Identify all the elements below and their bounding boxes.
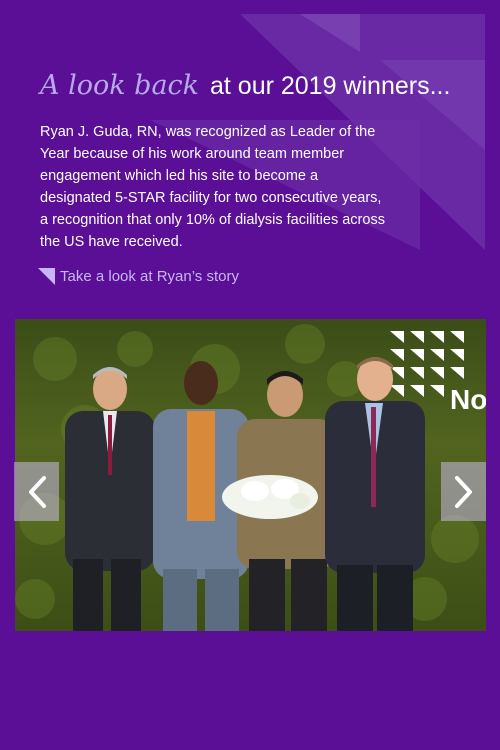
carousel-prev-button[interactable] bbox=[14, 462, 59, 521]
heading-main-text: at our 2019 winners... bbox=[210, 72, 451, 100]
chevron-left-icon bbox=[28, 475, 46, 508]
story-link-label: Take a look at Ryan’s story bbox=[60, 268, 239, 285]
award-photo: No He bbox=[15, 319, 486, 631]
winner-description: Ryan J. Guda, RN, was recognized as Lead… bbox=[40, 124, 385, 250]
backdrop-logo-text: No He bbox=[450, 384, 486, 415]
person-4 bbox=[325, 357, 425, 631]
chevron-right-icon bbox=[454, 475, 472, 508]
triangle-arrow-icon bbox=[38, 268, 55, 285]
heading-script-text: A look back bbox=[40, 70, 200, 101]
carousel-next-button[interactable] bbox=[441, 462, 486, 521]
section-heading: A look back at our 2019 winners... bbox=[40, 70, 450, 101]
person-3 bbox=[222, 371, 337, 631]
story-link[interactable]: Take a look at Ryan’s story bbox=[38, 268, 239, 285]
